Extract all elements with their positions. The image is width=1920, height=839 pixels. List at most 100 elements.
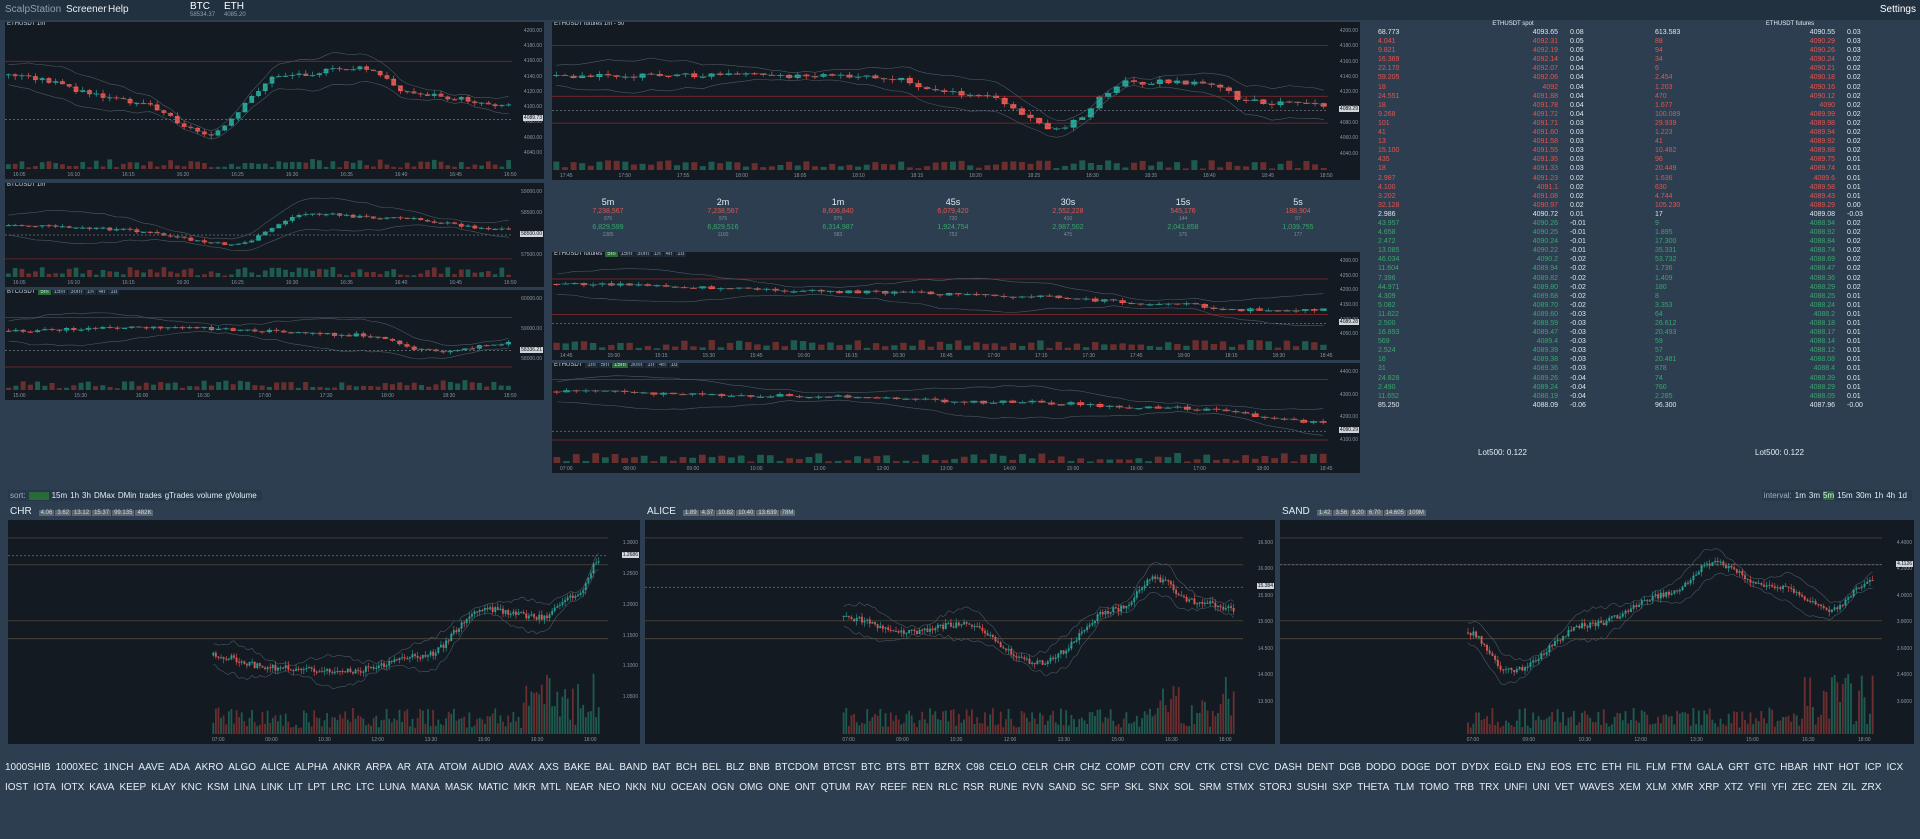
symbol-link[interactable]: CRV xyxy=(1169,758,1190,778)
interval-button-1d[interactable]: 1d xyxy=(675,252,686,257)
symbol-link[interactable]: OGN xyxy=(711,778,734,798)
symbol-link[interactable]: 1000XEC xyxy=(56,758,99,778)
symbol-link[interactable]: ONT xyxy=(795,778,816,798)
symbol-link[interactable]: AVAX xyxy=(509,758,534,778)
symbol-link[interactable]: SAND xyxy=(1048,778,1076,798)
symbol-link[interactable]: IOTA xyxy=(33,778,56,798)
symbol-link[interactable]: XTZ xyxy=(1724,778,1743,798)
symbol-link[interactable]: BAL xyxy=(595,758,614,778)
symbol-link[interactable]: SOL xyxy=(1174,778,1194,798)
symbol-link[interactable]: LIT xyxy=(288,778,302,798)
symbol-link[interactable]: ZEC xyxy=(1792,778,1812,798)
chart-btc1m[interactable]: ETHUSDT 1m 4200.00 4180.00 4160.00 4140.00 41… xyxy=(5,22,544,179)
symbol-link[interactable]: LTC xyxy=(356,778,374,798)
symbol-link[interactable]: BTT xyxy=(910,758,929,778)
symbol-link[interactable]: BAKE xyxy=(564,758,591,778)
symbol-link[interactable]: UNI xyxy=(1532,778,1549,798)
interval-button-15m[interactable]: 15m xyxy=(51,290,68,295)
symbol-link[interactable]: LINK xyxy=(261,778,283,798)
interval-button-1m[interactable]: 1m xyxy=(585,363,598,368)
interval-button-1h[interactable]: 1h xyxy=(85,290,96,295)
interval-button-30m[interactable]: 30m xyxy=(68,290,85,295)
symbol-link[interactable]: IOST xyxy=(5,778,28,798)
symbol-link[interactable]: BTCDOM xyxy=(775,758,818,778)
interval-button-1h[interactable]: 1h xyxy=(651,252,663,257)
interval-button-5m[interactable]: 5m xyxy=(38,290,51,295)
symbol-link[interactable]: SUSHI xyxy=(1297,778,1328,798)
symbol-link[interactable]: WAVES xyxy=(1579,778,1614,798)
symbol-link[interactable]: LUNA xyxy=(379,778,406,798)
sort-volume[interactable]: volume xyxy=(197,491,223,500)
interval-1d[interactable]: 1d xyxy=(1898,491,1907,500)
symbol-link[interactable]: CELO xyxy=(989,758,1016,778)
app-brand[interactable]: ScalpStation xyxy=(5,4,61,15)
symbol-link[interactable]: KLAY xyxy=(151,778,176,798)
symbol-link[interactable]: C98 xyxy=(966,758,984,778)
menu-screener[interactable]: Screener xyxy=(66,4,107,15)
sort-15m[interactable]: 15m xyxy=(52,491,68,500)
symbol-link[interactable]: HNT xyxy=(1813,758,1834,778)
interval-30m[interactable]: 30m xyxy=(1856,491,1872,500)
symbol-link[interactable]: LINA xyxy=(234,778,256,798)
symbol-link[interactable]: QTUM xyxy=(821,778,850,798)
big-chart-symbol[interactable]: SAND xyxy=(1282,506,1310,517)
symbol-link[interactable]: ETH xyxy=(1602,758,1622,778)
symbol-link[interactable]: DODO xyxy=(1366,758,1396,778)
symbol-link[interactable]: REEF xyxy=(880,778,907,798)
symbol-link[interactable]: BTS xyxy=(886,758,905,778)
interval-1h[interactable]: 1h xyxy=(1874,491,1883,500)
symbol-link[interactable]: BEL xyxy=(702,758,721,778)
symbol-link[interactable]: ALICE xyxy=(261,758,290,778)
symbol-link[interactable]: LPT xyxy=(308,778,326,798)
symbol-link[interactable]: HBAR xyxy=(1780,758,1808,778)
symbol-link[interactable]: FTM xyxy=(1671,758,1692,778)
interval-4h[interactable]: 4h xyxy=(1886,491,1895,500)
settings-button[interactable]: Settings xyxy=(1880,4,1916,15)
symbol-link[interactable]: CTK xyxy=(1195,758,1215,778)
sort-trades[interactable]: trades xyxy=(140,491,162,500)
symbol-link[interactable]: KSM xyxy=(207,778,229,798)
chart-btc1m2[interactable]: BTCUSDT 1m59000.0058500.0058000.0057500.… xyxy=(5,183,544,287)
symbol-link[interactable]: XEM xyxy=(1619,778,1641,798)
interval-button-30m[interactable]: 30m xyxy=(635,252,651,257)
symbol-link[interactable]: ATOM xyxy=(439,758,467,778)
symbol-link[interactable]: COMP xyxy=(1106,758,1136,778)
sort-gtrades[interactable]: gTrades xyxy=(165,491,194,500)
symbol-link[interactable]: IOTX xyxy=(61,778,84,798)
symbol-link[interactable]: TOMO xyxy=(1419,778,1449,798)
interval-5m[interactable]: 5m xyxy=(1823,491,1835,500)
symbol-link[interactable]: YFI xyxy=(1771,778,1787,798)
sort-dmax[interactable]: DMax xyxy=(94,491,115,500)
symbol-link[interactable]: CHR xyxy=(1053,758,1075,778)
symbol-link[interactable]: ANKR xyxy=(333,758,361,778)
symbol-link[interactable]: BLZ xyxy=(726,758,744,778)
symbol-link[interactable]: GALA xyxy=(1697,758,1724,778)
interval-button-5m[interactable]: 5m xyxy=(605,252,618,257)
symbol-link[interactable]: MTL xyxy=(541,778,561,798)
menu-help[interactable]: Help xyxy=(108,4,129,15)
symbol-link[interactable]: XMR xyxy=(1671,778,1693,798)
interval-15m[interactable]: 15m xyxy=(1837,491,1853,500)
interval-button-4h[interactable]: 4h xyxy=(96,290,108,295)
symbol-link[interactable]: FIL xyxy=(1627,758,1641,778)
symbol-link[interactable]: AAVE xyxy=(138,758,164,778)
big-chart-sand[interactable]: 4.4000 4.2000 4.0000 3.8000 3.6000 3.4000 3.60… xyxy=(1280,520,1914,744)
symbol-link[interactable]: LRC xyxy=(331,778,351,798)
symbol-link[interactable]: GRT xyxy=(1728,758,1749,778)
symbol-link[interactable]: ENJ xyxy=(1527,758,1546,778)
interval-button-4h[interactable]: 4h xyxy=(663,252,675,257)
symbol-link[interactable]: BZRX xyxy=(934,758,961,778)
sort-dmin[interactable]: DMin xyxy=(118,491,137,500)
symbol-link[interactable]: VET xyxy=(1555,778,1574,798)
symbol-link[interactable]: RVN xyxy=(1022,778,1043,798)
interval-3m[interactable]: 3m xyxy=(1809,491,1820,500)
symbol-link[interactable]: SFP xyxy=(1100,778,1119,798)
big-chart-symbol[interactable]: ALICE xyxy=(647,506,676,517)
interval-button-15m[interactable]: 15m xyxy=(618,252,635,257)
symbol-link[interactable]: XLM xyxy=(1646,778,1667,798)
symbol-link[interactable]: AXS xyxy=(539,758,559,778)
sort-3h[interactable]: 3h xyxy=(82,491,91,500)
big-chart-alice[interactable]: 16.500 16.000 15.500 15.000 14.500 14.000 13.5… xyxy=(645,520,1275,744)
symbol-link[interactable]: KNC xyxy=(181,778,202,798)
symbol-link[interactable]: TLM xyxy=(1394,778,1414,798)
